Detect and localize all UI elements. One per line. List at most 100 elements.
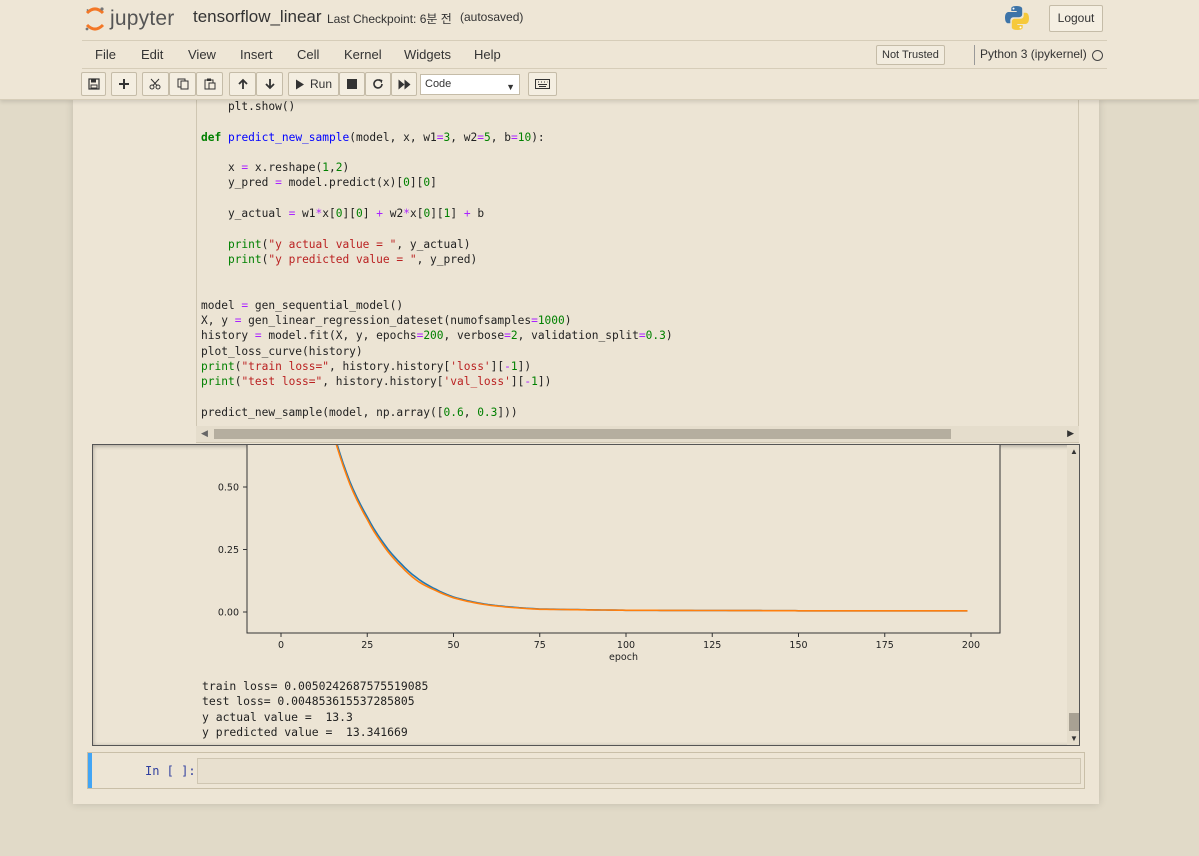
autosave-status: (autosaved) [460, 10, 524, 24]
plot-frame [246, 445, 1001, 634]
stdout-line: y predicted value = 13.341669 [202, 724, 408, 739]
save-button[interactable] [81, 72, 106, 96]
stdout-line: y actual value = 13.3 [202, 709, 353, 724]
restart-button[interactable] [365, 72, 391, 96]
cut-icon [149, 78, 161, 90]
stdout-line: test loss= 0.004853615537285805 [202, 694, 415, 709]
copy-button[interactable] [169, 72, 196, 96]
notebook-name[interactable]: tensorflow_linear [193, 7, 322, 27]
run-label: Run [309, 77, 332, 91]
code-cell-editor[interactable]: plt.show() def predict_new_sample(model,… [196, 100, 1079, 443]
save-icon [87, 78, 100, 90]
interrupt-button[interactable] [339, 72, 365, 96]
paste-icon [204, 78, 215, 90]
jupyter-logo[interactable]: jupyter [84, 4, 174, 34]
arrow-up-icon [237, 78, 248, 89]
menu-view[interactable]: View [188, 47, 216, 62]
plus-icon [119, 79, 129, 89]
selected-cell-indicator [88, 753, 92, 788]
move-down-button[interactable] [256, 72, 283, 96]
kernel-divider [974, 45, 975, 65]
kernel-name[interactable]: Python 3 (ipykernel) [980, 47, 1087, 61]
restart-icon [373, 79, 383, 89]
scroll-up-icon[interactable]: ▲ [1070, 447, 1078, 456]
loss-curve-plot: 0 25 50 75 100 125 150 175 200 0.00 0.25 0.50 epoch [218, 445, 1001, 663]
scrollbar-thumb[interactable] [1069, 713, 1079, 731]
input-prompt: In [ ]: [145, 764, 196, 778]
code-line: X, y = gen_linear_regression_dateset(num… [201, 314, 572, 328]
x-tick-label: 175 [876, 640, 894, 651]
code-line: y_actual = w1*x[0][0] + w2*x[0][1] + b [201, 207, 485, 221]
x-tick-label: 25 [361, 640, 373, 651]
code-line: history = model.fit(X, y, epochs=200, ve… [201, 329, 673, 343]
run-button[interactable]: Run [288, 72, 339, 96]
arrow-down-icon [264, 79, 275, 90]
scroll-right-icon[interactable]: ▶ [1067, 428, 1074, 439]
x-tick-label: 200 [962, 640, 980, 651]
x-tick-label: 0 [278, 640, 284, 651]
restart-run-all-button[interactable] [391, 72, 417, 96]
x-tick-label: 100 [617, 640, 635, 651]
code-line: x = x.reshape(1,2) [201, 161, 350, 175]
y-tick-label: 0.00 [218, 608, 239, 619]
scroll-down-icon[interactable]: ▼ [1070, 734, 1078, 743]
code-line: y_pred = model.predict(x)[0][0] [201, 176, 437, 190]
code-text: plt.show() def predict_new_sample(model,… [201, 100, 673, 420]
run-icon [295, 79, 304, 89]
not-trusted-button[interactable]: Not Trusted [876, 45, 945, 65]
fast-forward-icon [398, 79, 410, 89]
code-line: predict_new_sample(model, np.array([0.6,… [201, 405, 518, 419]
menu-help[interactable]: Help [474, 47, 501, 62]
copy-icon [177, 78, 188, 90]
horizontal-scrollbar[interactable]: ◀ ▶ [196, 426, 1079, 442]
menu-file[interactable]: File [95, 47, 116, 62]
x-tick-label: 75 [534, 640, 546, 651]
code-input[interactable] [197, 758, 1081, 784]
code-line: print("test loss=", history.history['val… [201, 375, 552, 389]
code-line: plt.show() [201, 100, 296, 113]
stdout-line: train loss= 0.0050242687575519085 [202, 679, 429, 693]
x-tick-label: 50 [447, 640, 459, 651]
x-tick-label: 125 [703, 640, 721, 651]
paste-button[interactable] [196, 72, 223, 96]
menubar: File Edit View Insert Cell Kernel Widget… [82, 40, 1107, 69]
header: jupyter tensorflow_linear Last Checkpoin… [0, 0, 1199, 100]
scroll-left-icon[interactable]: ◀ [201, 428, 208, 439]
logout-button[interactable]: Logout [1049, 5, 1103, 32]
menu-widgets[interactable]: Widgets [404, 47, 451, 62]
vertical-scrollbar[interactable]: ▲ ▼ [1067, 445, 1079, 745]
cell-type-select[interactable]: Code ▼ [420, 74, 520, 95]
checkpoint-status: Last Checkpoint: 6분 전 [327, 12, 452, 26]
y-tick-label: 0.50 [218, 483, 239, 494]
stop-icon [347, 79, 357, 89]
menu-insert[interactable]: Insert [240, 47, 273, 62]
menu-kernel[interactable]: Kernel [344, 47, 382, 62]
notebook-container: plt.show() def predict_new_sample(model,… [73, 100, 1099, 804]
code-line: print("y predicted value = ", y_pred) [227, 252, 478, 266]
scrollbar-thumb[interactable] [214, 429, 951, 439]
x-axis-label: epoch [609, 652, 638, 663]
code-line: print("y actual value = ", y_actual) [227, 237, 471, 251]
code-line: plot_loss_curve(history) [201, 344, 363, 358]
move-up-button[interactable] [229, 72, 256, 96]
cut-button[interactable] [142, 72, 169, 96]
y-tick-label: 0.25 [218, 545, 239, 556]
insert-cell-button[interactable] [111, 72, 137, 96]
cell-output-area[interactable]: 0 25 50 75 100 125 150 175 200 0.00 0.25 0.50 epoch … [92, 444, 1080, 746]
empty-code-cell[interactable]: In [ ]: [87, 752, 1085, 789]
command-palette-button[interactable] [528, 72, 557, 96]
code-line: def predict_new_sample(model, x, w1=3, w… [201, 130, 545, 144]
menu-cell[interactable]: Cell [297, 47, 319, 62]
menu-edit[interactable]: Edit [141, 47, 163, 62]
keyboard-icon [535, 79, 550, 89]
stdout-output: train loss= 0.0050242687575519085 test lo… [202, 679, 428, 740]
x-tick-label: 150 [789, 640, 807, 651]
kernel-idle-indicator-icon [1092, 50, 1103, 61]
jupyter-logo-icon [85, 7, 105, 31]
